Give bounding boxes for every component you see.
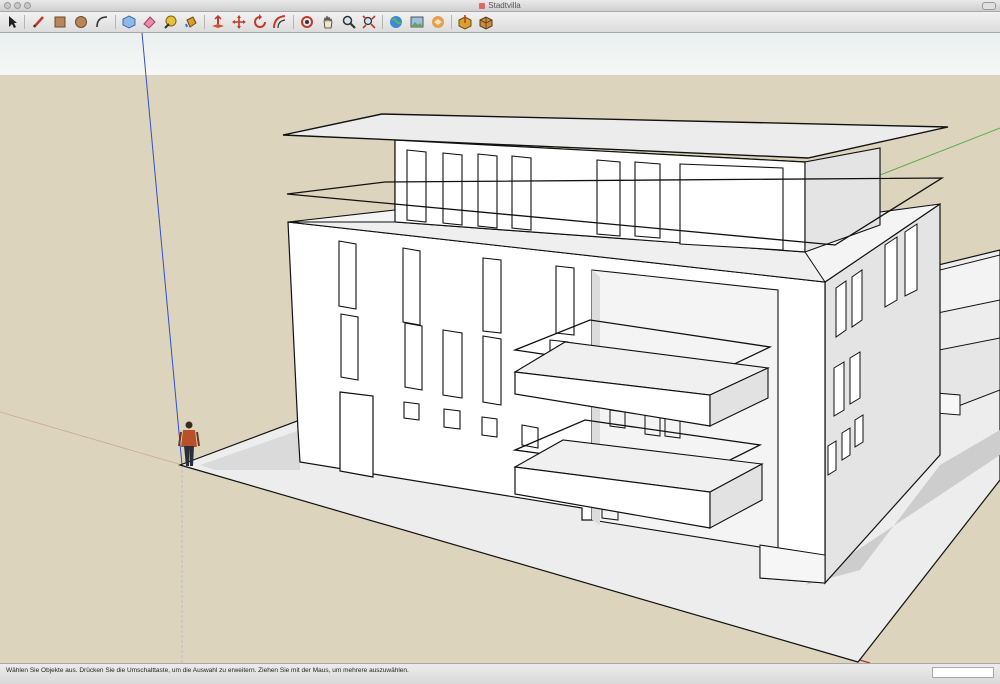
pencil-line-icon [33, 16, 44, 28]
rectangle-icon [54, 16, 66, 28]
3d-warehouse-button[interactable] [430, 14, 446, 30]
rectangle-tool-button[interactable] [52, 14, 68, 30]
status-hint: Wählen Sie Objekte aus. Drücken Sie die … [6, 667, 409, 674]
rotate-icon [254, 14, 266, 28]
make-component-button[interactable] [121, 14, 137, 30]
rotate-tool-button[interactable] [252, 14, 268, 30]
eraser-tool-button[interactable] [141, 14, 157, 30]
move-icon [232, 15, 246, 29]
window-title-text: Stadtvilla [488, 1, 521, 10]
toolbar-toggle-button[interactable] [982, 2, 996, 10]
toolbar-separator [382, 15, 383, 29]
eraser-icon [143, 16, 156, 29]
push-pull-icon [212, 14, 224, 28]
model-viewport[interactable] [0, 33, 1000, 663]
select-arrow-icon [9, 16, 17, 28]
tape-measure-icon [164, 15, 177, 29]
paint-bucket-icon [185, 16, 197, 28]
figure-shadow [200, 430, 300, 470]
share-model-icon [458, 15, 472, 30]
offset-tool-button[interactable] [272, 14, 288, 30]
tape-measure-button[interactable] [162, 14, 178, 30]
share-model-button[interactable] [457, 14, 473, 30]
zoom-tool-button[interactable] [341, 14, 357, 30]
offset-icon [273, 15, 286, 29]
zoom-extents-icon [362, 15, 376, 29]
status-bar: Wählen Sie Objekte aus. Drücken Sie die … [0, 663, 1000, 684]
pan-hand-icon [323, 15, 333, 29]
zoom-icon [342, 15, 356, 29]
arc-icon [96, 16, 108, 28]
main-toolbar [0, 12, 1000, 33]
window-title: Stadtvilla [0, 0, 1000, 11]
toolbar-separator [115, 15, 116, 29]
toolbar-separator [24, 15, 25, 29]
photo-textures-button[interactable] [409, 14, 425, 30]
google-earth-icon [390, 16, 402, 28]
extension-warehouse-icon [479, 16, 493, 30]
toolbar-separator [293, 15, 294, 29]
zoom-extents-button[interactable] [361, 14, 377, 30]
google-earth-button[interactable] [388, 14, 404, 30]
pan-tool-button[interactable] [320, 14, 336, 30]
circle-tool-button[interactable] [73, 14, 89, 30]
document-icon [479, 2, 486, 9]
arc-tool-button[interactable] [94, 14, 110, 30]
entrance-door [339, 391, 374, 478]
paint-bucket-button[interactable] [183, 14, 199, 30]
move-tool-button[interactable] [231, 14, 247, 30]
3d-warehouse-icon [432, 16, 444, 28]
measurements-input[interactable] [932, 667, 994, 678]
blue-axis [141, 33, 183, 466]
toolbar-separator [204, 15, 205, 29]
toolbar-separator [451, 15, 452, 29]
orbit-icon [301, 16, 313, 28]
circle-icon [75, 16, 87, 28]
window-titlebar: Stadtvilla [0, 0, 1000, 12]
select-tool-button[interactable] [4, 14, 20, 30]
red-axis-negative [0, 411, 183, 466]
extension-warehouse-button[interactable] [478, 14, 494, 30]
photo-textures-icon [410, 16, 424, 28]
make-component-icon [122, 15, 136, 29]
line-tool-button[interactable] [31, 14, 47, 30]
push-pull-button[interactable] [210, 14, 226, 30]
orbit-tool-button[interactable] [299, 14, 315, 30]
